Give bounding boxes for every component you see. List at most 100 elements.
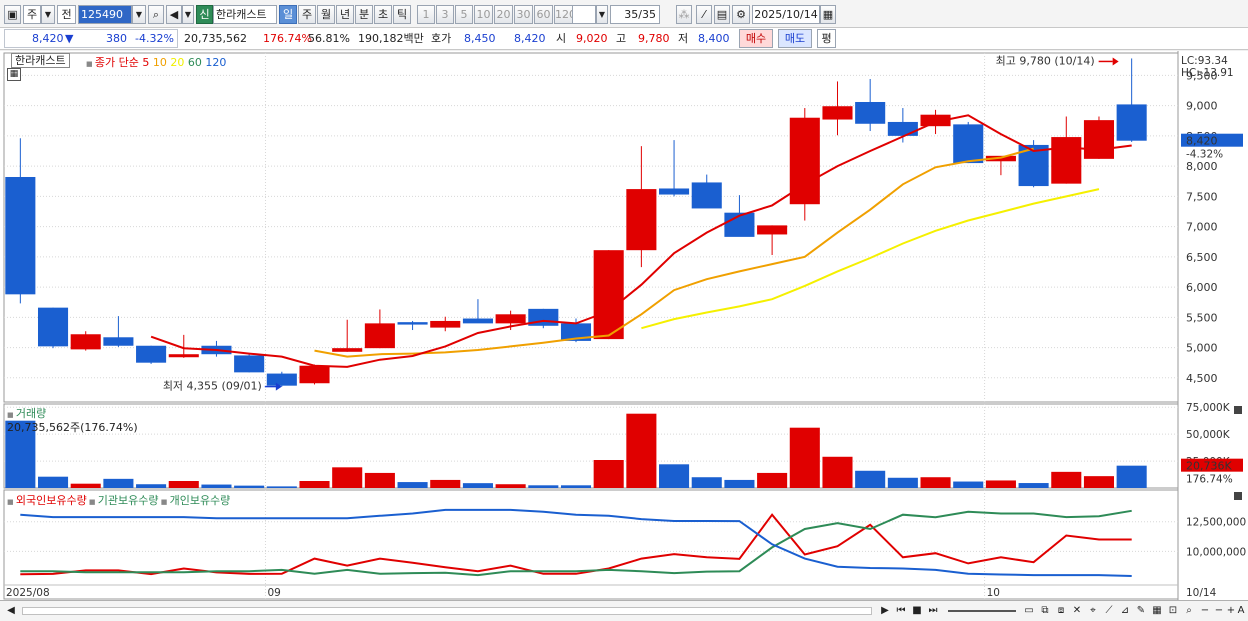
high-annotation: 최고 9,780 (10/14) (996, 54, 1095, 67)
volume-bar (136, 484, 167, 488)
trend-icon[interactable]: ⟋ (1102, 604, 1116, 618)
x-label-start: 2025/08 (6, 587, 50, 599)
interval-dropdown-icon[interactable]: ▼ (596, 5, 608, 24)
interval-button-30[interactable]: 30 (514, 5, 533, 24)
chevron-down-icon[interactable]: ▼ (41, 5, 55, 24)
volume-tag-pct: 176.74% (1186, 474, 1233, 486)
stock-code-input[interactable]: 125490 (78, 5, 132, 24)
gear-icon[interactable]: ⚙ (732, 5, 750, 24)
period-button-1[interactable]: 주 (298, 5, 316, 24)
save-icon[interactable]: ▤ (714, 5, 730, 24)
candle-body (136, 345, 167, 363)
volume-bar (1051, 471, 1082, 488)
stock-chart[interactable]: 4,500 5,000 5,500 6,000 6,500 7,000 7,500 8,000… (0, 51, 1248, 600)
play-icon[interactable]: ■ (910, 604, 924, 618)
volume-tick-label: 75,000K (1186, 402, 1231, 414)
period-button-2[interactable]: 월 (317, 5, 335, 24)
candle-body (593, 250, 624, 340)
search-icon[interactable]: ⌕ (148, 5, 164, 24)
layout-icon[interactable]: ▭ (1022, 604, 1036, 618)
capture-icon[interactable]: ⊡ (1166, 604, 1180, 618)
scroll-right-icon[interactable]: ▶ (878, 604, 892, 618)
count-input[interactable]: 35/35 (610, 5, 660, 24)
open-label: 시 (556, 32, 567, 45)
ask-price: 8,450 (464, 32, 496, 45)
price-tag-label: 8,420 (1186, 135, 1218, 148)
volume-bar (234, 485, 265, 488)
ask-label: 호가 (431, 32, 452, 45)
crosshair-icon[interactable]: ⌖ (1086, 604, 1100, 618)
volume-bar (1083, 476, 1115, 488)
first-page-icon[interactable]: ⏮ (894, 604, 908, 618)
volume-bar (70, 483, 101, 488)
legend-stock-name[interactable]: 한라캐스트 (11, 53, 70, 68)
interval-button-10[interactable]: 10 (474, 5, 493, 24)
period-select[interactable]: 주 (23, 5, 41, 24)
low-price: 8,400 (698, 32, 730, 45)
holdings-legend-marker: ■ (158, 498, 170, 506)
price-tick-label: 5,000 (1186, 342, 1218, 355)
candle-body (626, 189, 657, 251)
low-annotation: 최저 4,355 (09/01) (163, 380, 262, 393)
zoom-icon[interactable]: ⌕ (1182, 604, 1196, 618)
copy-icon[interactable]: ⧉ (1038, 604, 1052, 618)
candle-body (757, 225, 788, 235)
candle-body (1083, 120, 1115, 159)
grid-icon[interactable]: ▦ (1150, 604, 1164, 618)
last-page-icon[interactable]: ⏭ (926, 604, 940, 618)
note-icon[interactable]: ✎ (1134, 604, 1148, 618)
price-tick-label: 9,000 (1186, 100, 1218, 113)
candle-body (953, 124, 984, 164)
speaker-icon[interactable]: ◀ (166, 5, 182, 24)
volume-bar (266, 486, 297, 488)
code-dropdown-icon[interactable]: ▼ (132, 5, 146, 24)
zoom-out-icon[interactable]: − (1198, 604, 1212, 618)
candle-body (332, 348, 363, 352)
trade-amount: 190,182백만 (358, 32, 424, 45)
candle-body (397, 322, 428, 325)
interval-button-1[interactable]: 1 (417, 5, 435, 24)
interval-button-60[interactable]: 60 (534, 5, 553, 24)
cross-icon[interactable]: ✕ (1070, 604, 1084, 618)
prev-button[interactable]: 전 (57, 5, 76, 24)
volume-bar (593, 460, 624, 488)
window-menu-icon[interactable]: ▣ (4, 5, 21, 24)
period-button-5[interactable]: 초 (374, 5, 392, 24)
calendar-icon[interactable]: ▦ (820, 5, 836, 24)
price-tick-label: 6,000 (1186, 281, 1218, 294)
interval-button-3[interactable]: 3 (436, 5, 454, 24)
eval-button[interactable]: 평 (817, 29, 836, 48)
candle-body (495, 314, 526, 324)
tools-icon[interactable]: ⁂ (676, 5, 692, 24)
scroll-track[interactable] (22, 607, 872, 615)
interval-button-5[interactable]: 5 (455, 5, 473, 24)
date-input[interactable]: 2025/10/14 (752, 5, 820, 24)
volume-panel (3, 403, 1179, 489)
low-label: 저 (678, 32, 689, 45)
period-button-6[interactable]: 틱 (393, 5, 411, 24)
measure-icon[interactable]: ⊿ (1118, 604, 1132, 618)
interval-input[interactable] (572, 5, 596, 24)
holdings-legend-item: 외국인보유수량 (15, 494, 87, 507)
candle-body (462, 318, 493, 324)
zoom-slider[interactable] (948, 610, 1016, 612)
period-button-4[interactable]: 분 (355, 5, 373, 24)
overlay-icon[interactable]: ⧈ (1054, 604, 1068, 618)
candle-body (70, 334, 101, 350)
holdings-tick-label: 10,000,000 (1186, 546, 1246, 558)
draw-icon[interactable]: ⁄ (696, 5, 712, 24)
interval-button-20[interactable]: 20 (494, 5, 513, 24)
buy-button[interactable]: 매수 (739, 29, 773, 48)
candle-body (430, 320, 461, 328)
ma-legend: ■ 종가 단순 5 10 20 60 120 (86, 56, 227, 69)
price-tick-label: 5,500 (1186, 311, 1218, 324)
candle-body (168, 354, 199, 358)
period-button-0[interactable]: 일 (279, 5, 297, 24)
candle-body (37, 307, 69, 347)
sell-button[interactable]: 매도 (778, 29, 812, 48)
font-size-icon[interactable]: A (1234, 604, 1248, 618)
data-table-icon[interactable]: ▦ (7, 68, 21, 81)
period-button-3[interactable]: 년 (336, 5, 354, 24)
scroll-left-icon[interactable]: ◀ (4, 604, 18, 618)
speaker-dropdown-icon[interactable]: ▼ (182, 5, 194, 24)
